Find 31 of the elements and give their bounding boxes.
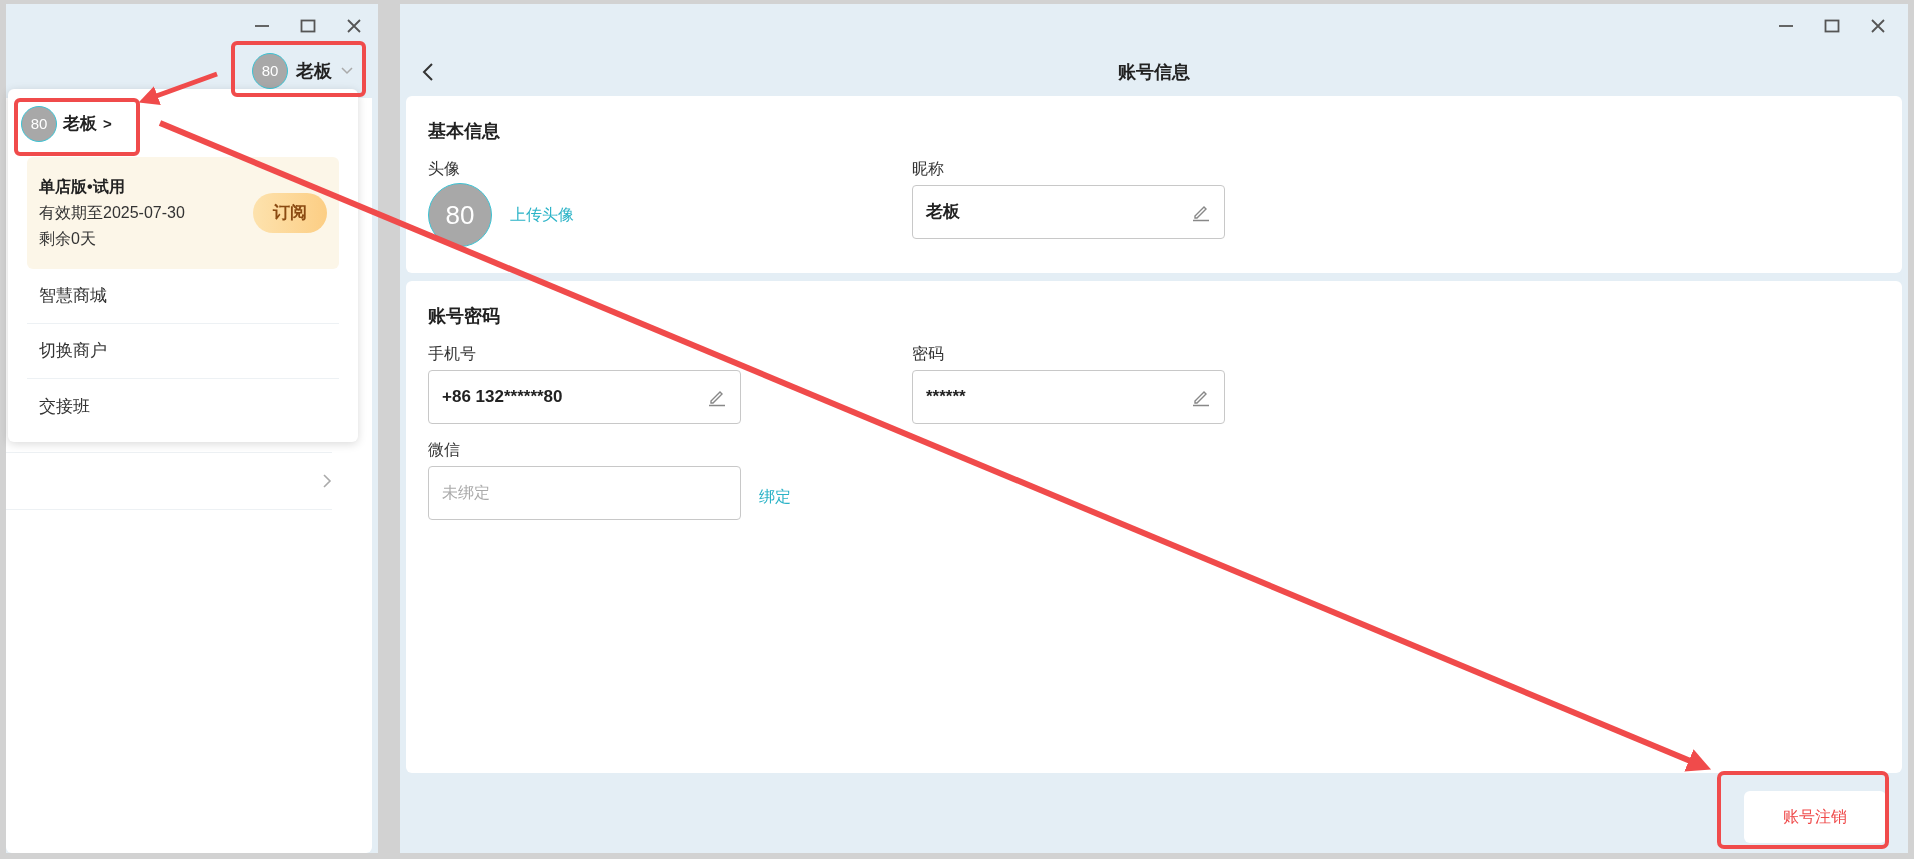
menu-item[interactable]: 切换商户 — [27, 324, 339, 379]
close-icon[interactable] — [1870, 18, 1886, 34]
menu-item[interactable]: 智慧商城 — [27, 269, 339, 324]
user-name: 老板 — [296, 59, 332, 83]
back-icon[interactable] — [422, 62, 434, 82]
days-remaining: 剩余0天 — [39, 229, 97, 249]
input-field[interactable]: ****** — [912, 370, 1225, 424]
user-name[interactable]: 老板 — [63, 111, 97, 137]
avatar: 80 — [21, 106, 57, 142]
delete-account-button[interactable]: 账号注销 — [1744, 791, 1886, 843]
plan-name: 单店版•试用 — [39, 177, 126, 197]
field-label: 头像 — [428, 159, 461, 179]
subscribe-button[interactable]: 订阅 — [253, 193, 327, 233]
section-title: 账号密码 — [428, 305, 501, 328]
maximize-icon[interactable] — [1824, 18, 1840, 34]
close-icon[interactable] — [346, 18, 362, 34]
field-label: 昵称 — [912, 159, 945, 179]
field-label: 微信 — [428, 440, 461, 460]
field-label: 密码 — [912, 344, 945, 364]
menu-item[interactable]: 交接班 — [27, 379, 339, 434]
chevron-text[interactable]: > — [103, 112, 112, 136]
input-field[interactable]: +86 132******80 — [428, 370, 741, 424]
expiry-date: 有效期至2025-07-30 — [39, 203, 185, 223]
page-title: 账号信息 — [1118, 60, 1190, 84]
avatar: 80 — [252, 53, 288, 89]
avatar: 80 — [428, 183, 492, 247]
chevron-down-icon — [340, 66, 354, 76]
input-field[interactable]: 老板 — [912, 185, 1225, 239]
maximize-icon[interactable] — [300, 18, 316, 34]
field-label: 手机号 — [428, 344, 477, 364]
section-title: 基本信息 — [428, 120, 501, 143]
